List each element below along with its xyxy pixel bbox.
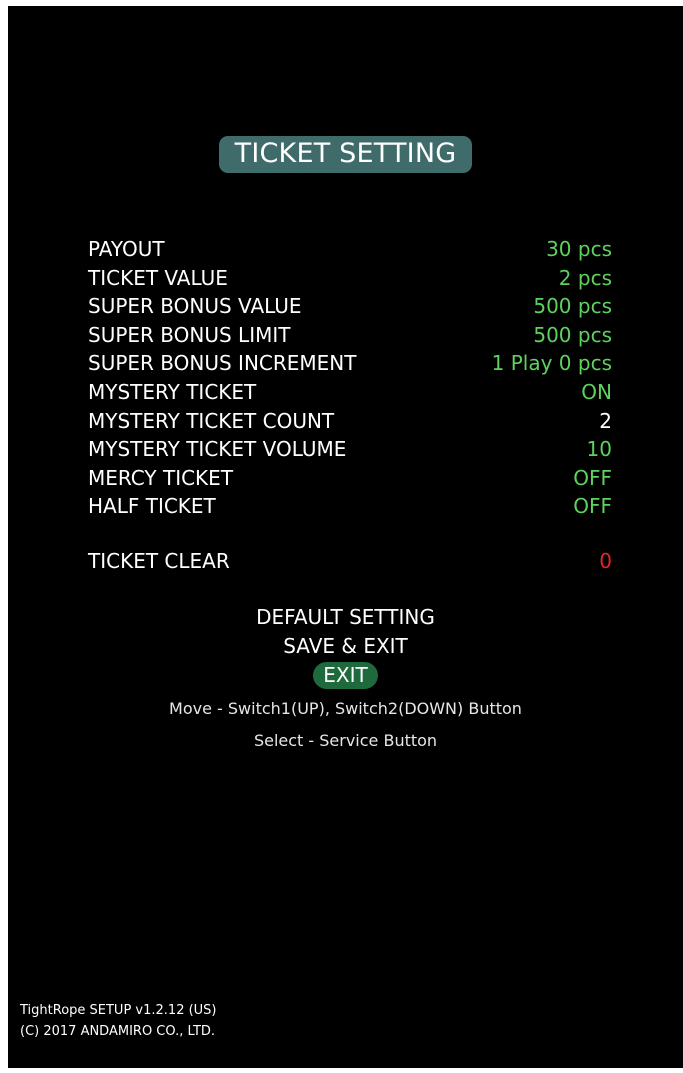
title-bar: TICKET SETTING bbox=[8, 136, 683, 173]
version-text: TightRope SETUP v1.2.12 (US) bbox=[20, 1003, 217, 1018]
setting-row-payout[interactable]: PAYOUT 30 pcs bbox=[88, 235, 612, 264]
setting-row-mystery-ticket-count[interactable]: MYSTERY TICKET COUNT 2 bbox=[88, 407, 612, 436]
setting-label: SUPER BONUS VALUE bbox=[88, 294, 302, 319]
help-move: Move - Switch1(UP), Switch2(DOWN) Button bbox=[169, 699, 522, 718]
setting-value: 500 pcs bbox=[533, 322, 612, 347]
setting-row-mystery-ticket-volume[interactable]: MYSTERY TICKET VOLUME 10 bbox=[88, 435, 612, 464]
setting-label: SUPER BONUS INCREMENT bbox=[88, 351, 357, 376]
save-exit-label: SAVE & EXIT bbox=[283, 634, 408, 658]
setting-value: OFF bbox=[573, 465, 612, 490]
setting-label: TICKET VALUE bbox=[88, 265, 228, 290]
default-setting-option[interactable]: DEFAULT SETTING bbox=[8, 603, 683, 632]
settings-list: PAYOUT 30 pcs TICKET VALUE 2 pcs SUPER B… bbox=[88, 235, 612, 521]
setting-row-super-bonus-limit[interactable]: SUPER BONUS LIMIT 500 pcs bbox=[88, 321, 612, 350]
exit-option[interactable]: EXIT bbox=[8, 661, 683, 690]
setting-row-super-bonus-increment[interactable]: SUPER BONUS INCREMENT 1 Play 0 pcs bbox=[88, 349, 612, 378]
help-select: Select - Service Button bbox=[253, 731, 438, 750]
setting-label: MYSTERY TICKET VOLUME bbox=[88, 437, 347, 462]
setting-value: 10 bbox=[586, 437, 612, 462]
setting-value: 1 Play 0 pcs bbox=[491, 351, 612, 376]
action-menu: DEFAULT SETTING SAVE & EXIT EXIT bbox=[8, 603, 683, 690]
setup-screen: TICKET SETTING PAYOUT 30 pcs TICKET VALU… bbox=[8, 6, 683, 1068]
setting-row-mercy-ticket[interactable]: MERCY TICKET OFF bbox=[88, 464, 612, 493]
setting-value: 500 pcs bbox=[533, 294, 612, 319]
setting-label: MYSTERY TICKET bbox=[88, 379, 257, 404]
setting-row-ticket-clear[interactable]: TICKET CLEAR 0 bbox=[88, 547, 612, 577]
setting-row-mystery-ticket[interactable]: MYSTERY TICKET ON bbox=[88, 378, 612, 407]
setting-row-super-bonus-value[interactable]: SUPER BONUS VALUE 500 pcs bbox=[88, 292, 612, 321]
default-setting-label: DEFAULT SETTING bbox=[256, 605, 435, 629]
setting-label: MERCY TICKET bbox=[88, 465, 234, 490]
save-exit-option[interactable]: SAVE & EXIT bbox=[8, 632, 683, 661]
footer: TightRope SETUP v1.2.12 (US) (C) 2017 AN… bbox=[20, 1000, 217, 1042]
setting-label: MYSTERY TICKET COUNT bbox=[88, 408, 335, 433]
setting-label: SUPER BONUS LIMIT bbox=[88, 322, 291, 347]
setting-value: 30 pcs bbox=[546, 237, 612, 261]
setting-value: ON bbox=[581, 379, 612, 404]
setting-row-ticket-value[interactable]: TICKET VALUE 2 pcs bbox=[88, 264, 612, 293]
setting-label: PAYOUT bbox=[88, 237, 165, 261]
setting-value: OFF bbox=[573, 494, 612, 519]
setting-value: 0 bbox=[599, 549, 612, 573]
setting-label: HALF TICKET bbox=[88, 494, 216, 519]
copyright-text: (C) 2017 ANDAMIRO CO., LTD. bbox=[20, 1024, 216, 1039]
setting-value: 2 pcs bbox=[558, 265, 612, 290]
setting-row-half-ticket[interactable]: HALF TICKET OFF bbox=[88, 492, 612, 521]
setting-label: TICKET CLEAR bbox=[88, 549, 230, 573]
setting-value: 2 bbox=[599, 408, 612, 433]
exit-label: EXIT bbox=[313, 662, 378, 689]
page-title: TICKET SETTING bbox=[218, 136, 473, 173]
